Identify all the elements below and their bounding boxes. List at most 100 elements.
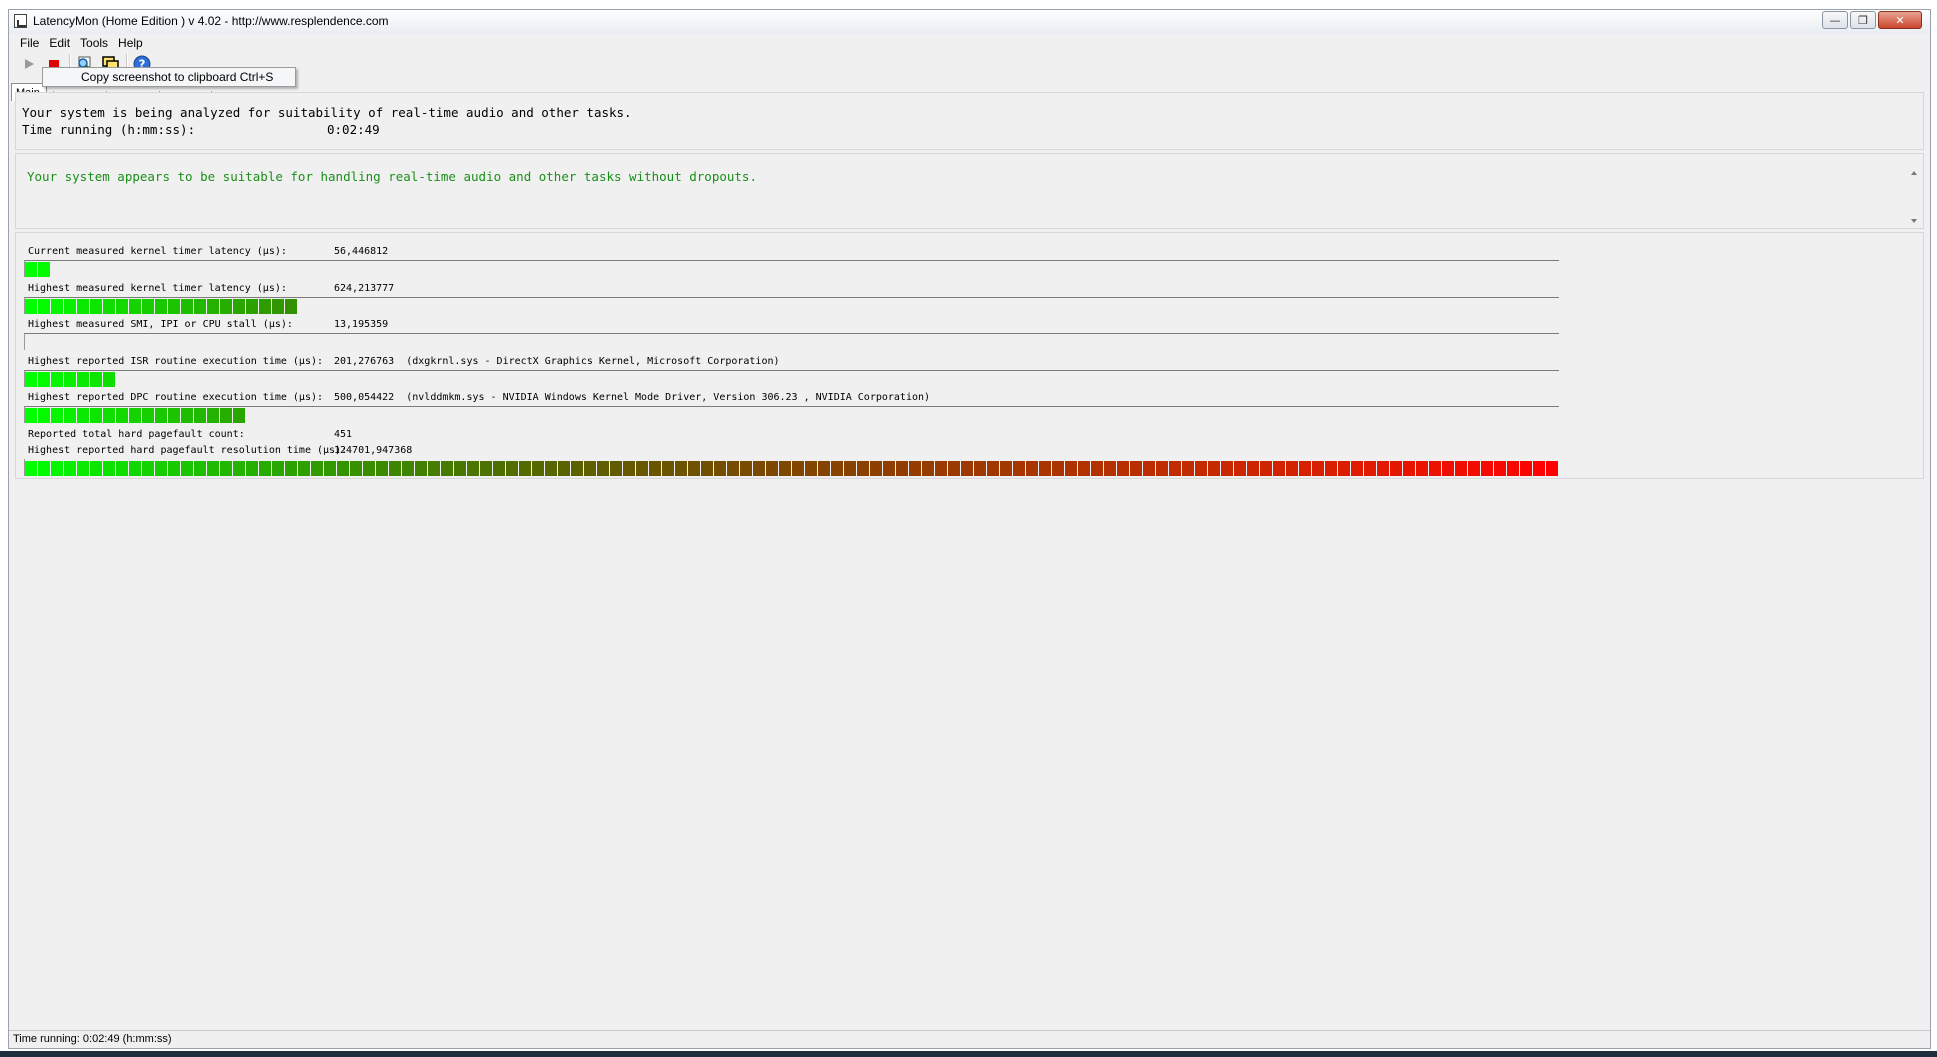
meter-block (116, 408, 128, 423)
meter-block (623, 461, 635, 476)
metric-label: Current measured kernel timer latency (µ… (28, 246, 287, 257)
status-bar: Time running: 0:02:49 (h:mm:ss) (9, 1030, 1930, 1048)
meter-block (51, 372, 63, 387)
restore-button[interactable]: ❐ (1850, 11, 1876, 29)
meter-block (181, 461, 193, 476)
meter-block (584, 461, 596, 476)
meter-block (64, 461, 76, 476)
meter-block (909, 461, 921, 476)
meter-block (1312, 461, 1324, 476)
meter-block (220, 461, 232, 476)
meter-block (1455, 461, 1467, 476)
meter-block (77, 299, 89, 314)
menu-help[interactable]: Help (113, 34, 148, 52)
meter-block (116, 461, 128, 476)
pagefault-count-label: Reported total hard pagefault count: (28, 429, 245, 440)
meter-block (1143, 461, 1155, 476)
metric-value: 56,446812 (334, 246, 389, 257)
meter-block (194, 408, 206, 423)
meter-block (1208, 461, 1220, 476)
window-controls: — ❐ ✕ (1822, 11, 1922, 29)
meter-block (38, 461, 50, 476)
meter-block (1442, 461, 1454, 476)
meter-block (961, 461, 973, 476)
meter-block (1416, 461, 1428, 476)
meter-block (25, 461, 37, 476)
pagefault-res-value: 124701,947368 (334, 445, 413, 456)
metric-value: 624,213777 (334, 283, 395, 294)
meter-block (1364, 461, 1376, 476)
menu-file[interactable]: File (15, 34, 44, 52)
meter-block (1351, 461, 1363, 476)
meter-block (129, 461, 141, 476)
close-button[interactable]: ✕ (1878, 11, 1922, 29)
pagefault-count-value: 451 (334, 429, 353, 440)
meter-block (1195, 461, 1207, 476)
meter-block (415, 461, 427, 476)
meter-block (870, 461, 882, 476)
meter-block (1494, 461, 1506, 476)
meter-block (441, 461, 453, 476)
meter-block (935, 461, 947, 476)
menu-tools[interactable]: Tools (75, 34, 113, 52)
meter-block (155, 408, 167, 423)
meter-block (1234, 461, 1246, 476)
meter-block (987, 461, 999, 476)
meter-block (753, 461, 765, 476)
meter-block (740, 461, 752, 476)
scroll-down-arrow[interactable] (1911, 219, 1917, 223)
verdict-panel: Your system appears to be suitable for h… (15, 153, 1924, 229)
meter-block (1221, 461, 1233, 476)
menu-edit[interactable]: Edit (44, 34, 75, 52)
meter-block (311, 461, 323, 476)
title-bar[interactable]: LatencyMon (Home Edition ) v 4.02 - http… (9, 10, 1930, 35)
meter-block (64, 408, 76, 423)
meter-block (896, 461, 908, 476)
meter-block (1013, 461, 1025, 476)
meter-block (155, 299, 167, 314)
meter-block (792, 461, 804, 476)
metric-label: Highest measured SMI, IPI or CPU stall (… (28, 319, 293, 330)
meter-block (1325, 461, 1337, 476)
meter-block (90, 372, 102, 387)
meter-block (1000, 461, 1012, 476)
meter-block (38, 372, 50, 387)
meter-block (90, 461, 102, 476)
meter-block (298, 461, 310, 476)
meter-block (1468, 461, 1480, 476)
meter-block (77, 461, 89, 476)
meter-block (1182, 461, 1194, 476)
meter-block (428, 461, 440, 476)
metrics-panel: Current measured kernel timer latency (µ… (15, 232, 1924, 479)
meter-block (597, 461, 609, 476)
meter-block (51, 408, 63, 423)
time-running-label: Time running (h:mm:ss): (22, 122, 196, 137)
meter-block (194, 461, 206, 476)
meter-block (1104, 461, 1116, 476)
meter-block (168, 408, 180, 423)
meter-block (844, 461, 856, 476)
meter-block (103, 372, 115, 387)
menu-bar: File Edit Tools Help (9, 34, 1930, 52)
scroll-up-arrow[interactable] (1911, 171, 1917, 175)
start-button[interactable] (19, 55, 39, 73)
meter-block (1065, 461, 1077, 476)
meter-block (1299, 461, 1311, 476)
meter-block (64, 372, 76, 387)
meter-block (207, 408, 219, 423)
play-icon (25, 59, 34, 69)
meter-block (1390, 461, 1402, 476)
meter-block (974, 461, 986, 476)
verdict-scrollbar[interactable] (1906, 155, 1922, 227)
meter-block (779, 461, 791, 476)
meter-block (1546, 461, 1558, 476)
status-bar-text: Time running: 0:02:49 (h:mm:ss) (13, 1033, 172, 1045)
minimize-button[interactable]: — (1822, 11, 1848, 29)
meter-block (493, 461, 505, 476)
meter-block (207, 299, 219, 314)
meter-block (1156, 461, 1168, 476)
meter-block (25, 299, 37, 314)
tooltip: Copy screenshot to clipboard Ctrl+S (42, 67, 296, 87)
meter-block (246, 299, 258, 314)
meter-block (1338, 461, 1350, 476)
